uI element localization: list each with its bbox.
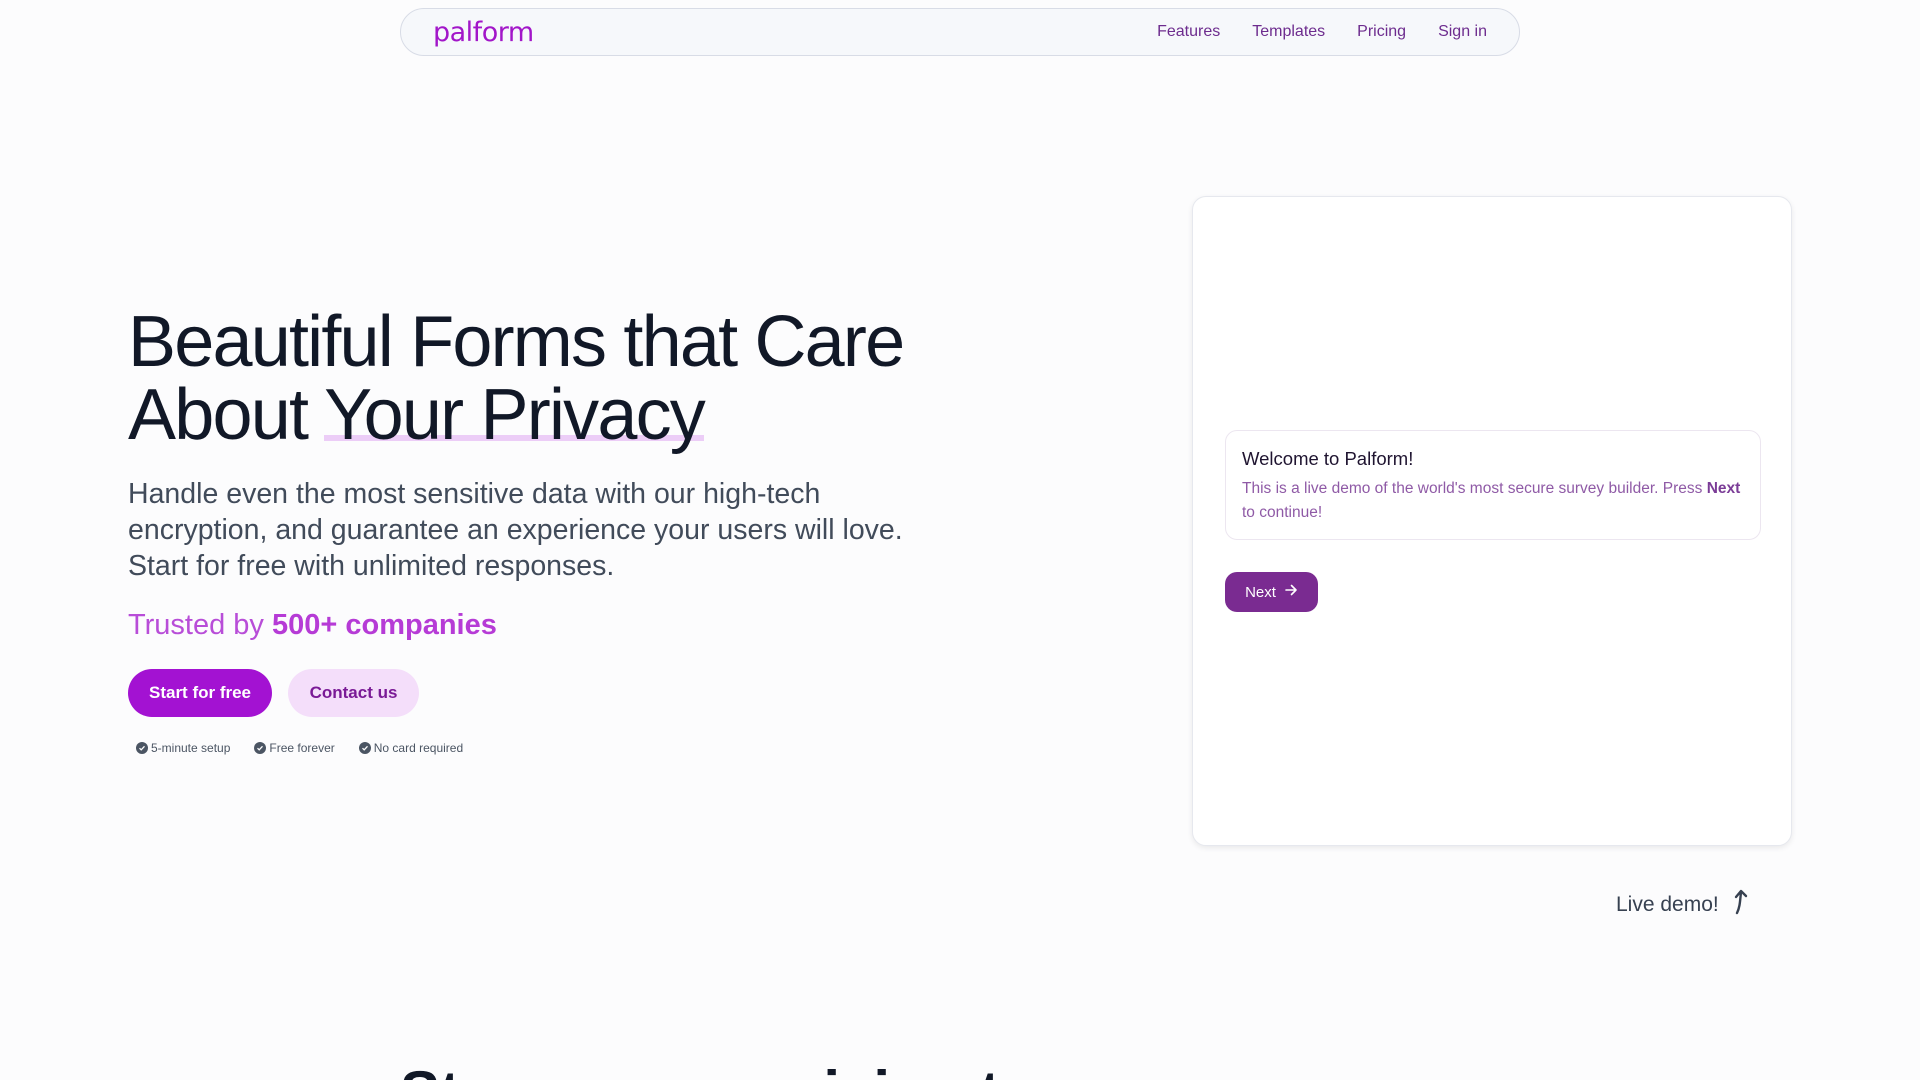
hero-title-line2-plain: About [128,375,325,455]
demo-message-next-emphasis: Next [1706,480,1741,497]
check-item: 5-minute setup [136,741,230,755]
trusted-by: Trusted by 500+ companies [128,609,497,642]
nav-link-features[interactable]: Features [1157,23,1220,41]
curved-arrow-up-icon [1731,889,1751,921]
nav-links: Features Templates Pricing Sign in [1157,23,1487,41]
hero-title-highlight: Your Privacy [324,375,706,455]
check-label: 5-minute setup [151,741,231,755]
check-label: Free forever [269,741,335,755]
live-demo-card: Welcome to Palform! This is a live demo … [1192,196,1792,846]
feature-checks: 5-minute setup Free forever No card requ… [136,741,463,755]
arrow-right-icon [1284,583,1298,601]
live-demo-text: Live demo! [1616,893,1719,916]
live-demo-label: Live demo! [1616,889,1751,921]
check-item: Free forever [254,741,335,755]
check-label: No card required [373,741,464,755]
demo-message-body: This is a live demo of the world's most … [1242,477,1744,525]
demo-message-title: Welcome to Palform! [1242,448,1414,469]
nav-link-pricing[interactable]: Pricing [1357,23,1406,41]
demo-next-button[interactable]: Next [1225,572,1318,612]
demo-message-box: Welcome to Palform! This is a live demo … [1225,430,1761,540]
check-circle-icon [136,742,148,754]
contact-us-button[interactable]: Contact us [288,669,419,717]
start-for-free-button[interactable]: Start for free [128,669,272,717]
hero-title: Beautiful Forms that Care About Your Pri… [128,306,1028,455]
trusted-count: 500+ companies [271,609,497,641]
nav-link-templates[interactable]: Templates [1252,23,1325,41]
check-circle-icon [254,742,267,754]
hero-title-line1: Beautiful Forms that Care [128,302,905,382]
check-item: No card required [358,741,464,755]
hero-subtitle: Handle even the most sensitive data with… [128,478,903,582]
palform-logo[interactable]: palform [433,17,534,48]
check-circle-icon [358,742,371,754]
demo-message-text: This is a live demo of the world's most … [1242,480,1707,497]
demo-next-label: Next [1245,583,1276,601]
section-heading: Stop compromising to survey [400,1058,1247,1080]
top-nav: palform Features Templates Pricing Sign … [400,8,1520,56]
trusted-prefix: Trusted by [128,609,272,641]
demo-message-text-end: to continue! [1242,504,1323,521]
nav-link-sign-in[interactable]: Sign in [1438,23,1487,41]
